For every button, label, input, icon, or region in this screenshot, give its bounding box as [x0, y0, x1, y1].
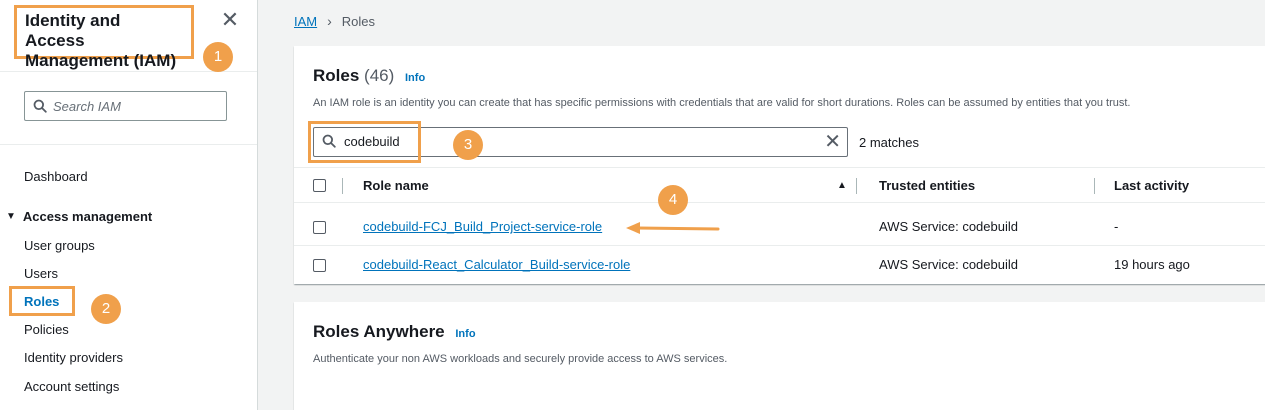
roles-title: Roles (46) Info [313, 66, 425, 86]
role-name-link[interactable]: codebuild-React_Calculator_Build-service… [363, 257, 630, 272]
sidebar-item-user-groups[interactable]: User groups [24, 238, 95, 253]
column-divider [342, 178, 343, 194]
sidebar-item-account-settings[interactable]: Account settings [24, 379, 119, 394]
sidebar-item-roles[interactable]: Roles [24, 294, 59, 309]
roles-anywhere-card: Roles Anywhere Info Authenticate your no… [294, 302, 1265, 410]
filter-match-count: 2 matches [859, 135, 919, 150]
column-trusted-entities[interactable]: Trusted entities [879, 178, 975, 193]
table-header: Role name ▲ Trusted entities Last activi… [294, 167, 1265, 203]
step-marker-2: 2 [91, 294, 121, 324]
step-marker-3: 3 [453, 130, 483, 160]
breadcrumb-iam[interactable]: IAM [294, 14, 317, 29]
search-icon [33, 99, 47, 113]
sidebar-section-label: Access management [22, 209, 153, 224]
column-divider [856, 178, 857, 194]
sidebar-item-dashboard[interactable]: Dashboard [24, 169, 88, 184]
breadcrumb: IAM › Roles [294, 13, 375, 29]
column-divider [1094, 178, 1095, 194]
roles-description: An IAM role is an identity you can creat… [313, 97, 1131, 109]
sidebar-title: Identity and Access Management (IAM) [14, 5, 194, 70]
step-marker-4: 4 [658, 185, 688, 215]
highlight-box [308, 121, 421, 163]
clear-icon[interactable]: ✕ [824, 131, 841, 153]
chevron-right-icon: › [327, 13, 332, 29]
sidebar-search[interactable] [24, 91, 227, 121]
column-last-activity[interactable]: Last activity [1114, 178, 1189, 193]
info-link[interactable]: Info [455, 328, 475, 340]
sidebar-item-identity-providers[interactable]: Identity providers [24, 350, 123, 365]
info-link[interactable]: Info [405, 72, 425, 84]
annotation-arrow-icon [626, 222, 720, 234]
row-checkbox[interactable] [313, 259, 326, 272]
roles-anywhere-title-text: Roles Anywhere [313, 322, 445, 341]
column-role-name[interactable]: Role name [363, 178, 429, 193]
sort-ascending-icon[interactable]: ▲ [837, 180, 847, 191]
sidebar-search-input[interactable] [53, 98, 213, 114]
sidebar-item-policies[interactable]: Policies [24, 322, 69, 337]
roles-title-text: Roles [313, 66, 360, 85]
trusted-entity: AWS Service: codebuild [879, 257, 1018, 272]
close-icon[interactable]: ✕ [218, 8, 242, 32]
last-activity: 19 hours ago [1114, 257, 1190, 272]
select-all-checkbox[interactable] [313, 179, 326, 192]
table-row: codebuild-React_Calculator_Build-service… [294, 246, 1265, 284]
caret-down-icon: ▼ [6, 211, 16, 222]
sidebar-item-users[interactable]: Users [24, 266, 58, 281]
roles-anywhere-description: Authenticate your non AWS workloads and … [313, 353, 728, 365]
breadcrumb-current: Roles [341, 13, 376, 29]
sidebar-section-access-management[interactable]: ▼ Access management [6, 209, 152, 224]
last-activity: - [1114, 219, 1119, 234]
row-checkbox[interactable] [313, 221, 326, 234]
roles-anywhere-title: Roles Anywhere Info [313, 322, 476, 342]
roles-card: Roles (46) Info An IAM role is an identi… [294, 46, 1265, 284]
roles-count: (46) [364, 66, 395, 85]
trusted-entity: AWS Service: codebuild [879, 219, 1018, 234]
step-marker-1: 1 [203, 42, 233, 72]
role-name-link[interactable]: codebuild-FCJ_Build_Project-service-role [363, 219, 602, 234]
table-row: codebuild-FCJ_Build_Project-service-role… [294, 208, 1265, 246]
divider [0, 144, 257, 145]
